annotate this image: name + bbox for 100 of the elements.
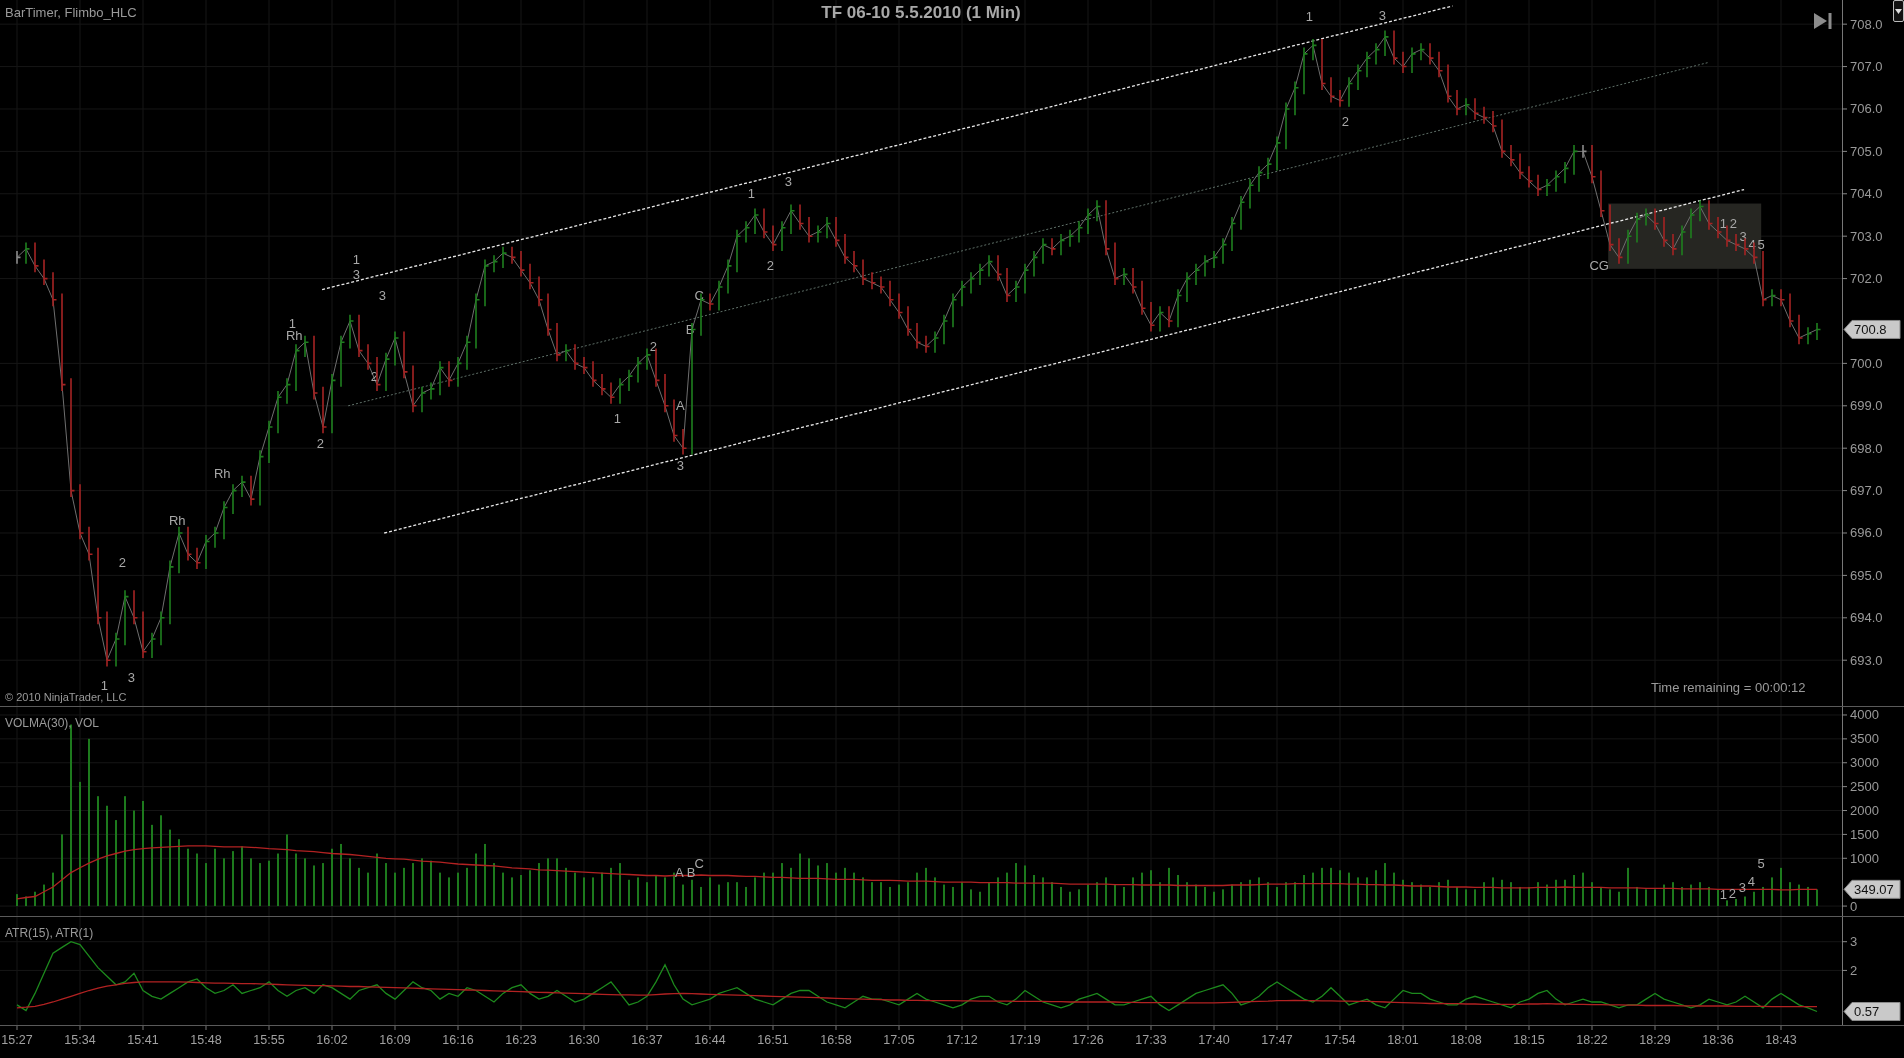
panel-title: ATR(15), ATR(1) <box>5 926 94 940</box>
axis-tick-label: 697.0 <box>1842 483 1883 499</box>
wave-label: 1 <box>100 678 108 694</box>
x-tick-label: 15:27 <box>1 1033 33 1047</box>
time-tick-label: 17:33 <box>1135 1026 1167 1047</box>
x-tick-label: 16:02 <box>316 1033 348 1047</box>
time-tick-label: 15:41 <box>127 1026 159 1047</box>
axis-tick-label: 2000 <box>1842 803 1879 818</box>
x-tick-label: 17:26 <box>1072 1033 1104 1047</box>
wave-label: 3 <box>1739 228 1747 244</box>
time-tick-label: 16:58 <box>820 1026 852 1047</box>
time-tick-label: 15:27 <box>1 1026 33 1047</box>
time-tick-label: 18:22 <box>1576 1026 1608 1047</box>
x-tick-label: 15:41 <box>127 1033 159 1047</box>
time-tick-label: 18:36 <box>1702 1026 1734 1047</box>
y-tick-label: 2 <box>1850 962 1858 978</box>
x-tick-label: 16:16 <box>442 1033 474 1047</box>
y-tick-label: 706.0 <box>1850 101 1883 117</box>
skip-to-end-button[interactable] <box>1811 10 1835 32</box>
y-tick-label: 693.0 <box>1850 652 1883 668</box>
time-tick-label: 17:19 <box>1009 1026 1041 1047</box>
wave-label: Rh <box>213 466 231 482</box>
copyright-text: © 2010 NinjaTrader, LLC <box>5 691 127 703</box>
axis-tick-label: 700.0 <box>1842 355 1883 371</box>
y-tick-label: 2500 <box>1850 779 1879 795</box>
time-tick-label: 18:01 <box>1387 1026 1419 1047</box>
axis-tick-label: 2500 <box>1842 779 1879 795</box>
last-value-label: 700.8 <box>1843 319 1901 339</box>
x-tick-label: 17:54 <box>1324 1033 1356 1047</box>
x-tick-label: 17:19 <box>1009 1033 1041 1047</box>
y-tick-label: 694.0 <box>1850 610 1883 626</box>
y-tick-label: 2000 <box>1850 803 1879 819</box>
axis-tick-label: 0 <box>1842 898 1858 914</box>
axis-tick-label: 3 <box>1842 934 1858 950</box>
y-tick-label: 696.0 <box>1850 525 1883 541</box>
time-tick-label: 16:37 <box>631 1026 663 1047</box>
x-tick-label: 15:48 <box>190 1033 222 1047</box>
caret-icon[interactable] <box>1895 8 1902 14</box>
wave-label: 1 <box>288 315 296 331</box>
time-tick-label: 15:48 <box>190 1026 222 1047</box>
axis-tick-label: 707.0 <box>1842 59 1883 75</box>
y-tick-label: 702.0 <box>1850 271 1883 287</box>
y-tick-label: 3000 <box>1850 755 1879 771</box>
y-tick-label: 697.0 <box>1850 483 1883 499</box>
axis-tick-label: 696.0 <box>1842 525 1883 541</box>
y-tick-label: 708.0 <box>1850 16 1883 32</box>
panel-title: VOLMA(30), VOL <box>5 716 100 730</box>
wave-label: 2 <box>1341 114 1349 130</box>
time-tick-label: 16:02 <box>316 1026 348 1047</box>
y-tick-label: 1500 <box>1850 826 1879 842</box>
time-tick-label: 16:30 <box>568 1026 600 1047</box>
x-tick-label: 16:23 <box>505 1033 537 1047</box>
x-tick-label: 17:47 <box>1261 1033 1293 1047</box>
x-tick-label: 17:40 <box>1198 1033 1230 1047</box>
y-tick-label: 700.0 <box>1850 355 1883 371</box>
time-tick-label: 17:40 <box>1198 1026 1230 1047</box>
wave-label: 2 <box>766 258 774 274</box>
y-tick-label: 1000 <box>1850 850 1879 866</box>
time-tick-label: 15:55 <box>253 1026 285 1047</box>
wave-label: 5 <box>1757 855 1765 871</box>
last-value-label: 0.57 <box>1843 1002 1901 1021</box>
axis-tick-label: 704.0 <box>1842 186 1883 202</box>
axis-tick-label: 702.0 <box>1842 271 1883 287</box>
y-tick-label: 695.0 <box>1850 567 1883 583</box>
wave-label: 3 <box>352 266 360 282</box>
x-tick-label: 18:01 <box>1387 1033 1419 1047</box>
x-tick-label: 15:34 <box>64 1033 96 1047</box>
axis-tick-label: 703.0 <box>1842 228 1883 244</box>
axis-tick-label: 1000 <box>1842 850 1879 866</box>
axis-tick-label: 698.0 <box>1842 440 1883 456</box>
time-tick-label: 17:47 <box>1261 1026 1293 1047</box>
axis-tick-label: 1500 <box>1842 826 1879 842</box>
axis-tick-label: 693.0 <box>1842 652 1883 668</box>
last-value-label: 349.07 <box>1843 879 1901 899</box>
wave-label: Rh <box>285 328 303 344</box>
wave-label: 2 <box>118 555 126 571</box>
time-tick-label: 16:44 <box>694 1026 726 1047</box>
axis-tick-label: 695.0 <box>1842 567 1883 583</box>
time-tick-label: 15:34 <box>64 1026 96 1047</box>
dropdown-button[interactable] <box>1893 0 1904 22</box>
wave-label: Rh <box>168 512 186 528</box>
wave-label: 1 <box>747 186 755 202</box>
indicator-list: BarTimer, Flimbo_HLC <box>5 5 137 20</box>
wave-label: 1 <box>352 252 360 267</box>
time-tick-label: 16:09 <box>379 1026 411 1047</box>
y-tick-label: 4000 <box>1850 707 1879 723</box>
y-tick-label: 0 <box>1850 898 1858 914</box>
axis-tick-label: 694.0 <box>1842 610 1883 626</box>
y-tick-label: 704.0 <box>1850 186 1883 202</box>
wave-label: 1 <box>1305 9 1313 25</box>
x-tick-label: 16:37 <box>631 1033 663 1047</box>
time-tick-label: 16:16 <box>442 1026 474 1047</box>
axis-tick-label: 699.0 <box>1842 398 1883 414</box>
x-tick-label: 16:44 <box>694 1033 726 1047</box>
time-tick-label: 17:26 <box>1072 1026 1104 1047</box>
wave-label: 1 <box>613 411 621 426</box>
x-tick-label: 18:22 <box>1576 1033 1608 1047</box>
wave-label: A <box>675 398 685 414</box>
x-tick-label: 18:43 <box>1765 1033 1797 1047</box>
time-tick-label: 18:43 <box>1765 1026 1797 1047</box>
